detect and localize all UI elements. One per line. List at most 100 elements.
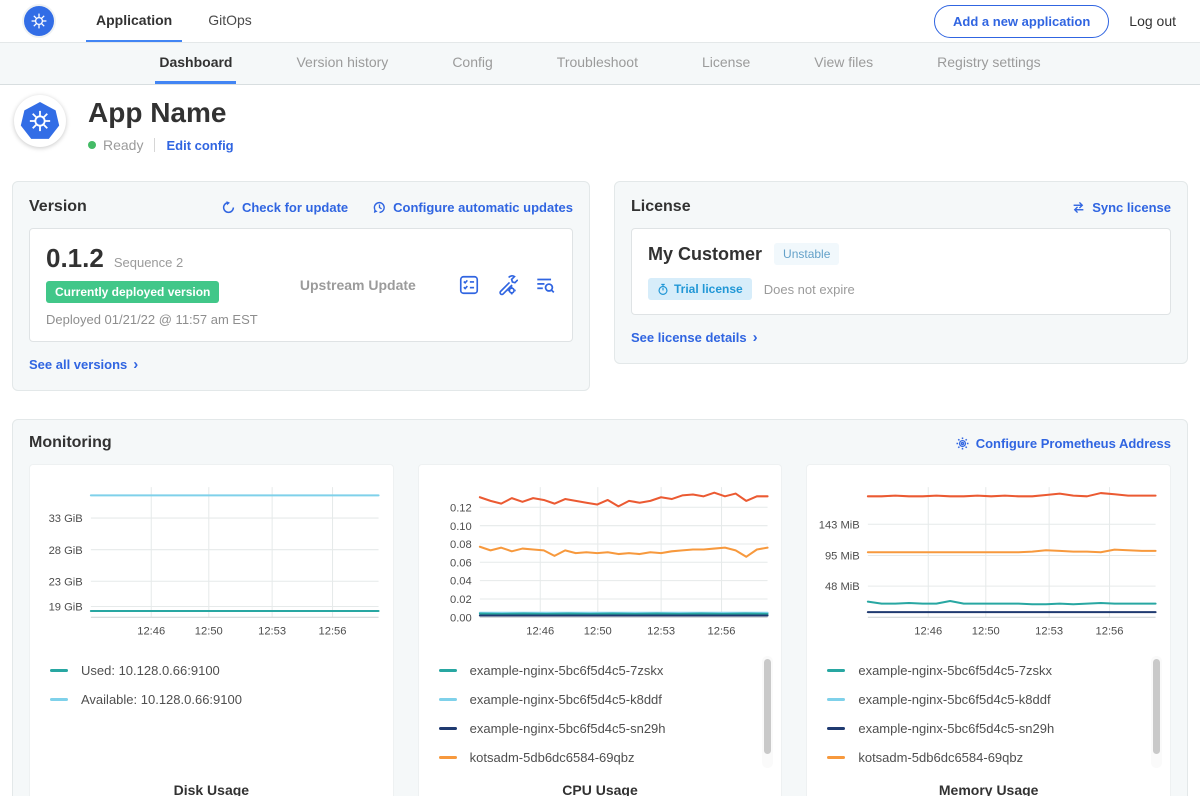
svg-text:0.04: 0.04 bbox=[450, 576, 472, 588]
disk-usage-chart: 33 GiB28 GiB23 GiB19 GiB12:4612:5012:531… bbox=[38, 477, 385, 642]
legend-swatch bbox=[439, 727, 457, 730]
legend-item: Used: 10.128.0.66:9100 bbox=[50, 656, 369, 685]
deployed-badge: Currently deployed version bbox=[46, 281, 219, 303]
memory-usage-chart: 143 MiB95 MiB48 MiB12:4612:5012:5312:56 bbox=[815, 477, 1162, 642]
top-nav: Application GitOps Add a new application … bbox=[0, 0, 1200, 42]
legend-label: Used: 10.128.0.66:9100 bbox=[81, 663, 220, 678]
legend-label: kotsadm-5db6dc6584-69qbz bbox=[470, 750, 635, 765]
svg-text:12:46: 12:46 bbox=[915, 626, 943, 638]
svg-text:48 MiB: 48 MiB bbox=[825, 581, 860, 593]
tab-troubleshoot[interactable]: Troubleshoot bbox=[553, 43, 642, 84]
page-title: App Name bbox=[88, 97, 234, 129]
tab-license[interactable]: License bbox=[698, 43, 754, 84]
config-wrench-icon[interactable] bbox=[496, 274, 518, 296]
svg-text:0.10: 0.10 bbox=[450, 521, 472, 533]
chart-card-disk-usage: 33 GiB28 GiB23 GiB19 GiB12:4612:5012:531… bbox=[29, 464, 394, 796]
kubernetes-helm-icon bbox=[29, 11, 49, 31]
sync-license-link[interactable]: Sync license bbox=[1071, 200, 1171, 215]
cpu-usage-legend: example-nginx-5bc6f5d4c5-7zskx example-ng… bbox=[439, 656, 774, 774]
update-type-label: Upstream Update bbox=[300, 277, 416, 293]
kubernetes-logo[interactable] bbox=[24, 6, 54, 36]
app-logo bbox=[14, 95, 66, 147]
legend-swatch bbox=[827, 727, 845, 730]
tab-view-files[interactable]: View files bbox=[810, 43, 877, 84]
svg-text:0.00: 0.00 bbox=[450, 612, 472, 624]
sync-arrows-icon bbox=[1071, 200, 1086, 215]
legend-swatch bbox=[827, 756, 845, 759]
legend-item: kotsadm-5db6dc6584-69qbz bbox=[827, 743, 1146, 772]
logout-link[interactable]: Log out bbox=[1129, 13, 1176, 29]
current-version-row: 0.1.2 Sequence 2 Currently deployed vers… bbox=[29, 228, 573, 342]
see-all-versions-link[interactable]: See all versions › bbox=[29, 357, 138, 372]
svg-text:12:50: 12:50 bbox=[583, 626, 611, 638]
legend-label: kotsadm-5db6dc6584-69qbz bbox=[858, 750, 1023, 765]
svg-text:12:53: 12:53 bbox=[647, 626, 675, 638]
svg-text:12:56: 12:56 bbox=[707, 626, 735, 638]
memory-usage-legend: example-nginx-5bc6f5d4c5-7zskxexample-ng… bbox=[827, 656, 1162, 774]
tab-config[interactable]: Config bbox=[448, 43, 496, 84]
configure-automatic-updates-link[interactable]: Configure automatic updates bbox=[372, 200, 573, 215]
app-header: App Name Ready Edit config bbox=[0, 85, 1200, 167]
svg-text:23 GiB: 23 GiB bbox=[49, 576, 83, 588]
version-card-title: Version bbox=[29, 198, 87, 216]
legend-scrollbar-thumb[interactable] bbox=[1153, 659, 1160, 754]
tab-registry-settings[interactable]: Registry settings bbox=[933, 43, 1044, 84]
legend-label: example-nginx-5bc6f5d4c5-k8ddf bbox=[858, 692, 1050, 707]
version-number: 0.1.2 bbox=[46, 243, 104, 274]
tab-version-history[interactable]: Version history bbox=[292, 43, 392, 84]
svg-text:12:46: 12:46 bbox=[137, 626, 165, 638]
charts-row: 33 GiB 28 GiB 23 GiB 19 GiB 12:46 12:50 12:53 1… bbox=[29, 464, 1171, 796]
svg-text:12:46: 12:46 bbox=[526, 626, 554, 638]
chart-title: Disk Usage bbox=[38, 782, 385, 796]
svg-text:0.02: 0.02 bbox=[450, 594, 472, 606]
chevron-right-icon: › bbox=[133, 357, 138, 372]
svg-text:12:53: 12:53 bbox=[1035, 626, 1063, 638]
stopwatch-icon bbox=[657, 283, 669, 296]
divider bbox=[154, 138, 155, 152]
channel-badge: Unstable bbox=[774, 243, 839, 265]
legend-swatch bbox=[827, 669, 845, 672]
svg-text:19 GiB: 19 GiB bbox=[49, 602, 83, 614]
edit-config-link[interactable]: Edit config bbox=[166, 138, 233, 153]
chart-title: Memory Usage bbox=[815, 782, 1162, 796]
legend-item: example-nginx-5bc6f5d4c5-k8ddf bbox=[827, 685, 1146, 714]
top-tab-gitops[interactable]: GitOps bbox=[198, 0, 262, 42]
legend-label: example-nginx-5bc6f5d4c5-k8ddf bbox=[470, 692, 662, 707]
version-sequence: Sequence 2 bbox=[114, 255, 183, 270]
legend-scrollbar-thumb[interactable] bbox=[764, 659, 771, 754]
preflight-checks-icon[interactable] bbox=[458, 274, 480, 296]
see-license-details-link[interactable]: See license details › bbox=[631, 330, 758, 345]
legend-item: example-nginx-5bc6f5d4c5-7zskx bbox=[439, 656, 758, 685]
svg-text:33 GiB: 33 GiB bbox=[49, 513, 83, 525]
legend-item: example-nginx-5bc6f5d4c5-sn29h bbox=[827, 714, 1146, 743]
tab-dashboard[interactable]: Dashboard bbox=[155, 43, 236, 84]
kubernetes-helm-icon bbox=[27, 108, 53, 134]
top-tab-application[interactable]: Application bbox=[86, 0, 182, 42]
configure-prometheus-link[interactable]: Configure Prometheus Address bbox=[955, 436, 1171, 451]
schedule-icon bbox=[372, 200, 387, 215]
version-info: 0.1.2 Sequence 2 Currently deployed vers… bbox=[46, 243, 258, 327]
disk-usage-legend: Used: 10.128.0.66:9100Available: 10.128.… bbox=[50, 656, 385, 774]
svg-text:0.08: 0.08 bbox=[450, 539, 472, 551]
legend-item: example-nginx-5bc6f5d4c5-sn29h bbox=[439, 714, 758, 743]
deployed-timestamp: Deployed 01/21/22 @ 11:57 am EST bbox=[46, 312, 258, 327]
legend-label: example-nginx-5bc6f5d4c5-sn29h bbox=[470, 721, 666, 736]
monitoring-card: Monitoring Configure Prometheus Address … bbox=[12, 419, 1188, 796]
legend-item: kotsadm-5db6dc6584-69qbz bbox=[439, 743, 758, 772]
monitoring-title: Monitoring bbox=[29, 434, 112, 452]
view-diff-icon[interactable] bbox=[534, 274, 556, 296]
svg-text:12:50: 12:50 bbox=[972, 626, 1000, 638]
svg-text:28 GiB: 28 GiB bbox=[49, 545, 83, 557]
license-card: License Sync license My Customer Unstabl… bbox=[614, 181, 1188, 364]
version-card: Version Check for update Configure au bbox=[12, 181, 590, 391]
top-nav-tabs: Application GitOps bbox=[86, 0, 278, 42]
svg-text:95 MiB: 95 MiB bbox=[825, 551, 860, 563]
customer-name: My Customer bbox=[648, 244, 762, 265]
add-application-button[interactable]: Add a new application bbox=[934, 5, 1109, 38]
svg-text:12:56: 12:56 bbox=[1096, 626, 1124, 638]
kubernetes-heptagon-icon bbox=[20, 102, 60, 140]
check-for-update-link[interactable]: Check for update bbox=[221, 200, 348, 215]
status-text: Ready bbox=[103, 137, 143, 153]
top-nav-right: Add a new application Log out bbox=[934, 5, 1176, 38]
legend-label: example-nginx-5bc6f5d4c5-sn29h bbox=[858, 721, 1054, 736]
